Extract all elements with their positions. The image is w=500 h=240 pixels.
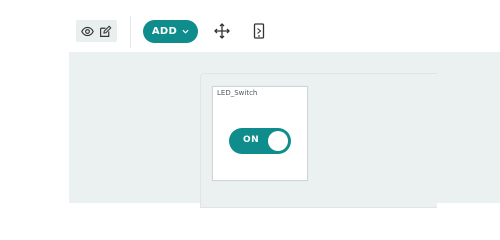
add-button-label: ADD (151, 26, 178, 37)
edit-icon[interactable] (99, 25, 112, 38)
led-switch-toggle[interactable]: ON (229, 128, 291, 154)
move-arrows-icon[interactable] (214, 23, 230, 39)
switch-widget-card[interactable]: LED_Switch ON (212, 86, 308, 181)
dashboard-editor: ADD LED_Switch ON (0, 0, 500, 208)
toggle-knob (268, 131, 288, 151)
toolbar-divider (130, 16, 131, 48)
toggle-state-label: ON (243, 135, 260, 145)
chevron-down-icon (182, 29, 189, 34)
eye-icon[interactable] (81, 25, 94, 38)
view-mode-toggle-group (76, 20, 117, 42)
mobile-device-icon[interactable] (253, 23, 265, 39)
widget-title: LED_Switch (217, 89, 258, 97)
add-widget-button[interactable]: ADD (143, 20, 198, 43)
